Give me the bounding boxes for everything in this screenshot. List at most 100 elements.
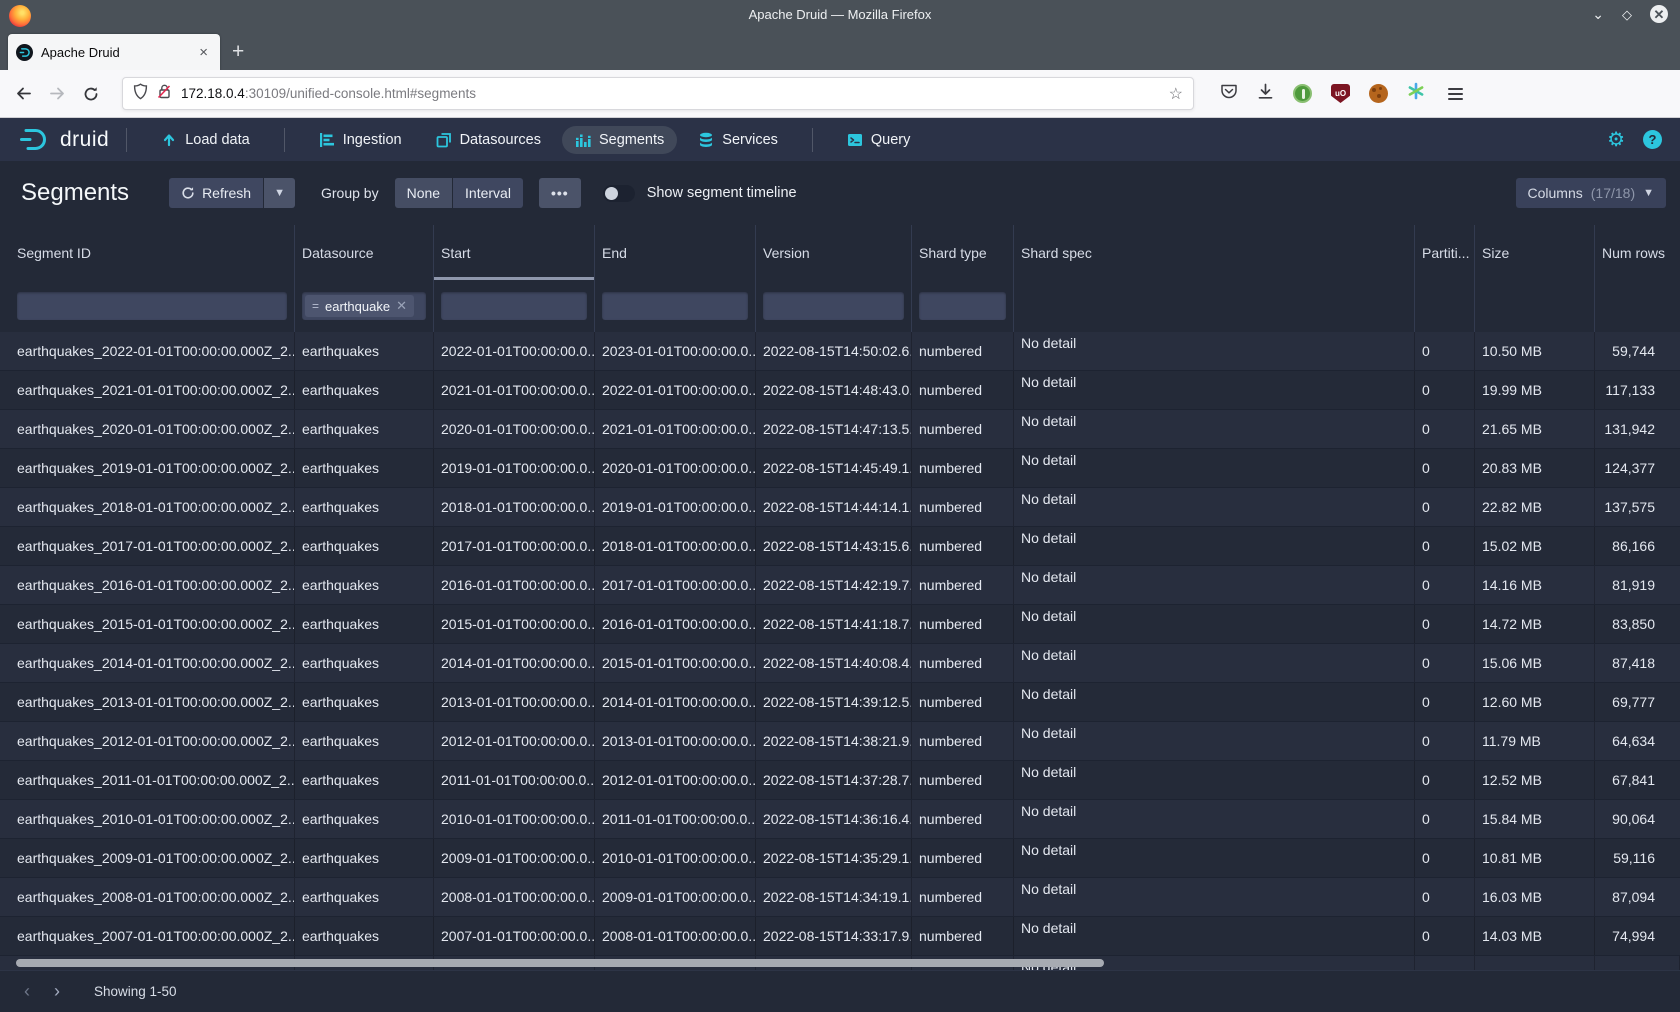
filter-version-input[interactable] <box>763 292 904 320</box>
forward-icon[interactable] <box>40 78 74 110</box>
filter-start-input[interactable] <box>441 292 587 320</box>
back-icon[interactable] <box>6 78 40 110</box>
settings-gear-icon[interactable]: ⚙ <box>1607 130 1625 150</box>
cookie-extension-icon[interactable] <box>1369 84 1388 103</box>
cell-end: 2010-01-01T00:00:00.0... <box>595 839 756 877</box>
druid-logo-icon <box>18 126 54 153</box>
browser-tab[interactable]: Apache Druid × <box>8 34 220 70</box>
privacy-extension-icon[interactable] <box>1293 84 1312 103</box>
segment-timeline-toggle[interactable] <box>603 185 635 202</box>
cell-shard-type: numbered <box>912 449 1014 487</box>
cell-version: 2022-08-15T14:43:15.6... <box>756 527 912 565</box>
group-by-none-button[interactable]: None <box>395 178 452 208</box>
filter-end-input[interactable] <box>602 292 748 320</box>
cell-shard-spec: No detail <box>1014 410 1415 448</box>
cell-shard-spec: No detail <box>1014 800 1415 838</box>
help-icon[interactable]: ? <box>1643 130 1662 149</box>
insecure-lock-icon[interactable] <box>157 83 172 105</box>
table-body: earthquakes_2022-01-01T00:00:00.000Z_2..… <box>0 332 1680 956</box>
nav-services[interactable]: Services <box>685 126 791 154</box>
more-options-button[interactable]: ••• <box>539 178 581 208</box>
shield-icon[interactable] <box>133 83 148 105</box>
cell-segment-id: earthquakes_2021-01-01T00:00:00.000Z_2..… <box>0 371 295 409</box>
column-header-shard-type[interactable]: Shard type <box>912 225 1014 280</box>
reload-icon[interactable] <box>74 78 108 110</box>
previous-page-icon[interactable]: ‹ <box>12 977 42 1007</box>
column-header-num-rows[interactable]: Num rows <box>1595 225 1680 280</box>
nav-ingestion[interactable]: Ingestion <box>306 126 415 154</box>
url-bar[interactable]: 172.18.0.4:30109/unified-console.html#se… <box>122 77 1194 110</box>
cell-version: 2022-08-15T14:42:19.7... <box>756 566 912 604</box>
cell-segment-id: earthquakes_2017-01-01T00:00:00.000Z_2..… <box>0 527 295 565</box>
cell-partition: 0 <box>1415 449 1475 487</box>
column-header-size[interactable]: Size <box>1475 225 1595 280</box>
container-extension-icon[interactable] <box>1407 82 1425 105</box>
column-header-start[interactable]: Start <box>434 225 595 280</box>
next-page-icon[interactable]: › <box>42 977 72 1007</box>
database-icon <box>698 132 714 148</box>
column-header-datasource[interactable]: Datasource <box>295 225 434 280</box>
cell-version: 2022-08-15T14:45:49.1... <box>756 449 912 487</box>
downloads-icon[interactable] <box>1257 83 1274 105</box>
cell-end: 2023-01-01T00:00:00.0... <box>595 332 756 370</box>
cell-num-rows: 87,094 <box>1595 878 1680 916</box>
refresh-dropdown-button[interactable]: ▼ <box>264 178 295 208</box>
navbar-divider <box>126 128 127 152</box>
cell-start: 2013-01-01T00:00:00.0... <box>434 683 595 721</box>
nav-query[interactable]: Query <box>834 126 924 154</box>
close-icon[interactable]: ✕ <box>1650 5 1668 23</box>
cell-segment-id: earthquakes_2007-01-01T00:00:00.000Z_2..… <box>0 917 295 955</box>
cell-shard-type: numbered <box>912 605 1014 643</box>
column-header-end[interactable]: End <box>595 225 756 280</box>
column-header-shard-spec[interactable]: Shard spec <box>1014 225 1415 280</box>
cell-segment-id: earthquakes_2019-01-01T00:00:00.000Z_2..… <box>0 449 295 487</box>
cell-version: 2022-08-15T14:40:08.4... <box>756 644 912 682</box>
cell-shard-type: numbered <box>912 488 1014 526</box>
nav-segments[interactable]: Segments <box>562 126 677 154</box>
cell-size: 22.82 MB <box>1475 488 1595 526</box>
cell-shard-type: numbered <box>912 410 1014 448</box>
filter-shard-type-input[interactable] <box>919 292 1006 320</box>
datasource-filter-tag[interactable]: = earthquake ✕ <box>305 295 414 317</box>
cell-size <box>1475 956 1595 970</box>
remove-tag-icon[interactable]: ✕ <box>396 298 407 314</box>
cell-start: 2007-01-01T00:00:00.0... <box>434 917 595 955</box>
group-by-options: None Interval <box>395 178 523 208</box>
menu-icon[interactable] <box>1444 88 1463 100</box>
cell-version: 2022-08-15T14:34:19.1... <box>756 878 912 916</box>
horizontal-scrollbar[interactable] <box>16 959 1104 967</box>
cell-segment-id: earthquakes_2022-01-01T00:00:00.000Z_2..… <box>0 332 295 370</box>
column-header-segment-id[interactable]: Segment ID <box>0 225 295 280</box>
tab-close-icon[interactable]: × <box>195 44 212 61</box>
cell-size: 21.65 MB <box>1475 410 1595 448</box>
cell-datasource: earthquakes <box>295 722 434 760</box>
cell-shard-type: numbered <box>912 332 1014 370</box>
cell-shard-type: numbered <box>912 878 1014 916</box>
cell-partition: 0 <box>1415 527 1475 565</box>
columns-button[interactable]: Columns (17/18) ▼ <box>1516 178 1667 208</box>
minimize-icon[interactable]: ⌄ <box>1592 7 1604 21</box>
ublock-origin-icon[interactable]: uO <box>1331 84 1350 103</box>
maximize-icon[interactable]: ◇ <box>1622 8 1632 21</box>
cell-shard-type: numbered <box>912 527 1014 565</box>
table-row: earthquakes_2013-01-01T00:00:00.000Z_2..… <box>0 683 1680 722</box>
nav-datasources[interactable]: Datasources <box>423 126 554 154</box>
group-by-interval-button[interactable]: Interval <box>453 178 523 208</box>
column-header-version[interactable]: Version <box>756 225 912 280</box>
cell-partition: 0 <box>1415 722 1475 760</box>
bookmark-star-icon[interactable]: ☆ <box>1161 84 1183 104</box>
new-tab-button[interactable]: + <box>220 40 256 70</box>
nav-load-data[interactable]: Load data <box>148 126 263 154</box>
filter-segment-id-input[interactable] <box>17 292 287 320</box>
cell-end: 2019-01-01T00:00:00.0... <box>595 488 756 526</box>
filter-datasource-input[interactable]: = earthquake ✕ <box>302 292 426 320</box>
pocket-icon[interactable] <box>1220 83 1238 105</box>
druid-brand[interactable]: druid <box>18 126 109 153</box>
refresh-button[interactable]: Refresh <box>169 178 263 208</box>
console-icon <box>847 132 863 148</box>
cell-start: 2014-01-01T00:00:00.0... <box>434 644 595 682</box>
cell-shard-spec: No detail <box>1014 332 1415 370</box>
column-header-partiti-[interactable]: Partiti... <box>1415 225 1475 280</box>
cell-datasource: earthquakes <box>295 761 434 799</box>
cell-segment-id: earthquakes_2012-01-01T00:00:00.000Z_2..… <box>0 722 295 760</box>
